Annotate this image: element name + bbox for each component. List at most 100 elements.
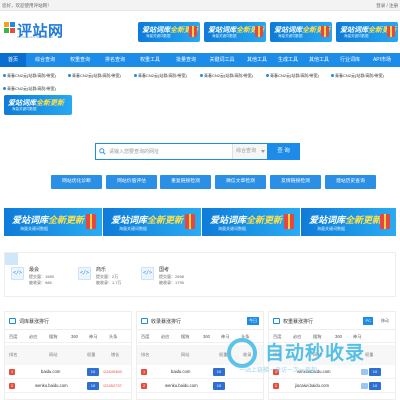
- ticker-link[interactable]: 青春CN2云(站群/高防/带宽): [68, 73, 121, 79]
- tab-toutiao[interactable]: 头条: [241, 334, 249, 340]
- logo-subtitle: PINGZHAN NETWORK: [17, 35, 54, 39]
- search-icon: [99, 148, 106, 155]
- nav-item-batch[interactable]: 批量查询: [170, 53, 202, 67]
- tab-sogou[interactable]: 搜狗: [313, 334, 321, 340]
- nav-item-weight-tools[interactable]: 权重工具: [134, 53, 166, 67]
- ticker-link[interactable]: 青春CN2云(站群/高防/带宽): [331, 73, 384, 79]
- today-tag[interactable]: 今日: [247, 317, 259, 325]
- weight-surge-panel: 权重暴涨排行 PC 移动 百度 必应 搜狗 360 神马 排名 网站 权重 1 …: [268, 311, 396, 400]
- gift-icon: [255, 26, 263, 37]
- quick-friend-link-button[interactable]: 友情链接检测: [270, 175, 321, 189]
- pc-tag[interactable]: PC: [363, 317, 373, 325]
- list-icon: [9, 318, 16, 324]
- main-nav: 首页 综合查询 权重查询 排名查询 权重工具 批量查询 关键词工具 其他工具 生…: [0, 53, 400, 67]
- stat-item[interactable]: </> 商乐 提交量：2万 被收录：1.7万: [78, 263, 148, 293]
- code-icon: </>: [141, 267, 154, 280]
- tab-sogou[interactable]: 搜狗: [181, 334, 189, 340]
- site-logo[interactable]: 评站网 PINGZHAN NETWORK: [4, 20, 64, 42]
- tab-bing[interactable]: 必应: [29, 334, 37, 340]
- nav-item-rank[interactable]: 排名查询: [99, 53, 131, 67]
- search-bar: 综合查询 查 询: [95, 143, 300, 160]
- promo-banner[interactable]: 爱站词库全新更新 海量关键词数据: [202, 208, 300, 236]
- login-register-link[interactable]: 登录 / 注册: [376, 3, 398, 9]
- ticker-link[interactable]: 青春CN2云(站群/高防/带宽): [200, 73, 253, 79]
- promo-banner[interactable]: 爱站词库全新更新 海量关键词数据: [103, 208, 201, 236]
- table-row[interactable]: 2 wenku.baidu.com 10 ↑22452737: [5, 380, 131, 393]
- gift-icon: [189, 26, 197, 37]
- tab-shenma[interactable]: 神马: [221, 334, 229, 340]
- ad-ticker: 青春CN2云(站群/高防/带宽) 青春CN2云(站群/高防/带宽) 青春CN2云…: [0, 70, 400, 92]
- gift-icon: [380, 214, 390, 229]
- weight-badge: 10: [213, 368, 225, 376]
- quick-seo-diagnosis-button[interactable]: 网站优化诊断: [51, 175, 102, 189]
- mobile-tag[interactable]: 移动: [379, 317, 391, 325]
- gift-icon: [321, 26, 329, 37]
- nav-item-general[interactable]: 综合查询: [29, 53, 61, 67]
- table-row[interactable]: 2 jiocaiwi.baidu.com 10: [269, 380, 395, 393]
- gift-icon: [284, 214, 294, 229]
- weight-badge: 10: [87, 368, 99, 376]
- gift-icon: [86, 214, 96, 229]
- nav-item-generate-tools[interactable]: 生成工具: [273, 53, 303, 67]
- panel-title: 收录暴涨排行: [151, 319, 182, 325]
- table-row[interactable]: 1 wmxiaobaidu.com 10: [269, 366, 395, 379]
- quick-site-history-button[interactable]: 建站历史查询: [325, 175, 376, 189]
- ticker-link[interactable]: 青春CN2云(站群/高防/带宽): [3, 86, 56, 92]
- tab-shenma[interactable]: 神马: [89, 334, 97, 340]
- search-button[interactable]: 查 询: [267, 143, 300, 160]
- promo-banner[interactable]: 爱站词库全新更新 海量关键词数据: [301, 208, 396, 236]
- promo-banner[interactable]: 爱站词库全新更新 海量关键词数据: [4, 208, 102, 236]
- weight-icon: [361, 369, 368, 375]
- quick-site-value-button[interactable]: 网站价值评估: [106, 175, 157, 189]
- ticker-link[interactable]: 青春CN2云(站群/高防/带宽): [3, 73, 56, 79]
- list-icon: [141, 318, 148, 324]
- tab-360[interactable]: 360: [71, 334, 78, 339]
- keyword-surge-panel: 词库暴涨排行 百度 必应 搜狗 360 神马 头条 排名 网站 权重 增长 1 …: [4, 311, 132, 400]
- top-banner[interactable]: 爱站词库全新更新 海量关键词数据: [138, 22, 200, 42]
- panel-title: 词库暴涨排行: [19, 319, 50, 325]
- weight-badge: 10: [369, 368, 381, 376]
- mini-banner[interactable]: 爱站词库全新更新 海量关键词数据: [4, 95, 72, 115]
- quick-wechat-article-button[interactable]: 微信文章检测: [215, 175, 266, 189]
- panel-title: 权重暴涨排行: [283, 319, 314, 325]
- tab-baidu[interactable]: 百度: [273, 334, 281, 340]
- tab-baidu[interactable]: 百度: [141, 334, 149, 340]
- welcome-text: 您好，欢迎使用评站网！: [2, 3, 52, 8]
- tab-shenma[interactable]: 神马: [353, 334, 361, 340]
- table-row[interactable]: 2 wenku.baidu.com 10: [137, 380, 263, 393]
- weight-icon: [361, 383, 368, 389]
- top-banner[interactable]: 爱站词库全新更新 海量关键词数据: [270, 22, 332, 42]
- table-row[interactable]: 1 baidu.com 10 ↑22649360: [5, 366, 131, 379]
- code-icon: </>: [78, 267, 91, 280]
- nav-item-industry[interactable]: 行业词库: [335, 53, 365, 67]
- tab-360[interactable]: 360: [203, 334, 210, 339]
- weight-badge: 10: [369, 382, 381, 390]
- tab-bing[interactable]: 必应: [293, 334, 301, 340]
- nav-item-home[interactable]: 首页: [0, 53, 26, 67]
- tab-sogou[interactable]: 搜狗: [49, 334, 57, 340]
- nav-item-keyword-tools[interactable]: 关键词工具: [205, 53, 239, 67]
- ticker-link[interactable]: 青春CN2云(站群/高防/带宽): [266, 73, 319, 79]
- nav-item-other-tools-2[interactable]: 其他工具: [304, 53, 334, 67]
- stat-item[interactable]: </> 国考 提交量：2698 被收录：1795: [141, 263, 211, 293]
- top-banner[interactable]: 爱站词库全新更新 海量关键词数据: [336, 22, 398, 42]
- top-banner[interactable]: 爱站词库全新更新 海量关键词数据: [204, 22, 266, 42]
- gift-icon: [387, 26, 395, 37]
- stat-item[interactable]: </> 最会 提交量：1569 被收录：986: [11, 263, 81, 293]
- ticker-link[interactable]: 青春CN2云(站群/高防/带宽): [134, 73, 187, 79]
- nav-item-other-tools[interactable]: 其他工具: [242, 53, 272, 67]
- weight-badge: 10: [87, 382, 99, 390]
- search-type-select[interactable]: 综合查询: [232, 144, 268, 159]
- search-input[interactable]: [109, 144, 227, 159]
- tab-bing[interactable]: 必应: [161, 334, 169, 340]
- tab-baidu[interactable]: 百度: [9, 334, 17, 340]
- quick-duplicate-link-button[interactable]: 重复链接检测: [160, 175, 211, 189]
- table-row[interactable]: 1 baidu.com 10: [137, 366, 263, 379]
- index-surge-panel: 收录暴涨排行 今日 百度 必应 搜狗 360 神马 头条 排名 网站 权重 收录…: [136, 311, 264, 400]
- nav-item-weight[interactable]: 权重查询: [64, 53, 96, 67]
- gift-icon: [185, 214, 195, 229]
- tab-toutiao[interactable]: 头条: [109, 334, 117, 340]
- tab-360[interactable]: 360: [335, 334, 342, 339]
- nav-item-api[interactable]: API市场: [366, 53, 398, 67]
- chevron-down-icon: [261, 150, 265, 153]
